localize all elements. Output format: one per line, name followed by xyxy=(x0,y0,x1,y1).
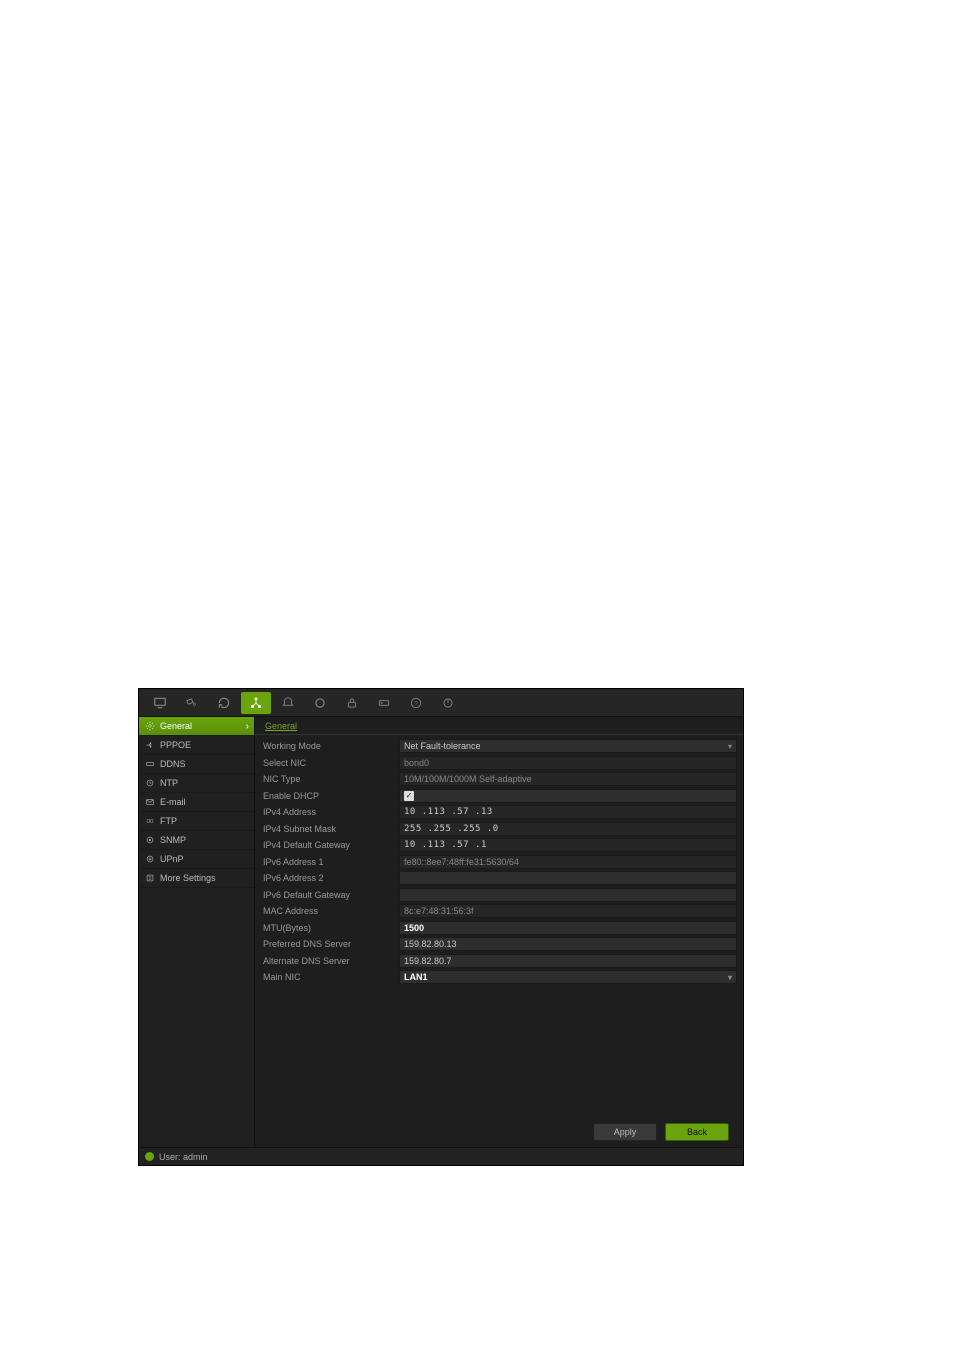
label-working-mode: Working Mode xyxy=(261,741,399,751)
sidebar-item-upnp[interactable]: UPnP xyxy=(139,850,254,869)
pppoe-icon xyxy=(145,740,155,750)
label-alt-dns: Alternate DNS Server xyxy=(261,956,399,966)
status-bar: User: admin xyxy=(139,1147,743,1165)
help-icon[interactable]: ? xyxy=(401,692,431,714)
value-nic-type: 10M/100M/1000M Self-adaptive xyxy=(399,772,737,786)
app-window: ? General PPPOE DDNS NTP xyxy=(138,688,744,1166)
input-mtu[interactable]: 1500 xyxy=(399,921,737,935)
record-icon[interactable] xyxy=(305,692,335,714)
ftp-icon xyxy=(145,816,155,826)
label-ipv4-address: IPv4 Address xyxy=(261,807,399,817)
row-enable-dhcp: Enable DHCP ✓ xyxy=(261,788,737,805)
input-alt-dns[interactable]: 159.82.80.7 xyxy=(399,954,737,968)
network-icon[interactable] xyxy=(241,692,271,714)
sidebar-item-ntp[interactable]: NTP xyxy=(139,774,254,793)
label-mac: MAC Address xyxy=(261,906,399,916)
row-nic-type: NIC Type 10M/100M/1000M Self-adaptive xyxy=(261,771,737,788)
sidebar-item-label: NTP xyxy=(160,778,178,788)
sidebar-item-general[interactable]: General xyxy=(139,717,254,736)
content-pane: General Working Mode Net Fault-tolerance… xyxy=(255,717,743,1147)
tab-general[interactable]: General xyxy=(261,719,301,734)
sidebar-item-email[interactable]: E-mail xyxy=(139,793,254,812)
refresh-icon[interactable] xyxy=(209,692,239,714)
row-ipv4-address: IPv4 Address 10 .113 .57 .13 xyxy=(261,804,737,821)
sidebar-item-label: E-mail xyxy=(160,797,186,807)
more-icon xyxy=(145,873,155,883)
value-ipv4-gateway: 10 .113 .57 .1 xyxy=(399,838,737,852)
row-ipv4-gateway: IPv4 Default Gateway 10 .113 .57 .1 xyxy=(261,837,737,854)
status-dot-icon xyxy=(145,1152,154,1161)
input-pref-dns[interactable]: 159.82.80.13 xyxy=(399,937,737,951)
label-ipv6-gateway: IPv6 Default Gateway xyxy=(261,890,399,900)
sidebar-item-label: PPPOE xyxy=(160,740,191,750)
ntp-icon xyxy=(145,778,155,788)
input-ipv6-addr2[interactable] xyxy=(399,871,737,885)
status-user: User: admin xyxy=(159,1152,208,1162)
sidebar: General PPPOE DDNS NTP E-mail FTP xyxy=(139,717,255,1147)
value-select-nic: bond0 xyxy=(399,756,737,770)
label-ipv4-gateway: IPv4 Default Gateway xyxy=(261,840,399,850)
power-icon[interactable] xyxy=(433,692,463,714)
sidebar-item-ftp[interactable]: FTP xyxy=(139,812,254,831)
sidebar-item-label: More Settings xyxy=(160,873,216,883)
row-mtu: MTU(Bytes) 1500 xyxy=(261,920,737,937)
label-select-nic: Select NIC xyxy=(261,758,399,768)
main-area: General PPPOE DDNS NTP E-mail FTP xyxy=(139,717,743,1147)
tab-row: General xyxy=(255,717,743,735)
select-working-mode[interactable]: Net Fault-tolerance xyxy=(399,739,737,753)
upnp-icon xyxy=(145,854,155,864)
sidebar-item-more-settings[interactable]: More Settings xyxy=(139,869,254,888)
alert-icon[interactable] xyxy=(273,692,303,714)
email-icon xyxy=(145,797,155,807)
value-mac: 8c:e7:48:31:56:3f xyxy=(399,904,737,918)
sidebar-item-label: UPnP xyxy=(160,854,184,864)
row-ipv6-gateway: IPv6 Default Gateway xyxy=(261,887,737,904)
value-ipv4-address: 10 .113 .57 .13 xyxy=(399,805,737,819)
label-main-nic: Main NIC xyxy=(261,972,399,982)
label-mtu: MTU(Bytes) xyxy=(261,923,399,933)
row-ipv4-mask: IPv4 Subnet Mask 255 .255 .255 .0 xyxy=(261,821,737,838)
camera-icon[interactable] xyxy=(177,692,207,714)
row-working-mode: Working Mode Net Fault-tolerance xyxy=(261,738,737,755)
snmp-icon xyxy=(145,835,155,845)
row-select-nic: Select NIC bond0 xyxy=(261,755,737,772)
sidebar-item-label: General xyxy=(160,721,192,731)
label-nic-type: NIC Type xyxy=(261,774,399,784)
sidebar-item-snmp[interactable]: SNMP xyxy=(139,831,254,850)
footer-buttons: Apply Back xyxy=(255,1117,743,1147)
settings-form: Working Mode Net Fault-tolerance Select … xyxy=(255,735,743,1117)
value-ipv6-addr1: fe80::8ee7:48ff:fe31:5630/64 xyxy=(399,855,737,869)
label-pref-dns: Preferred DNS Server xyxy=(261,939,399,949)
ddns-icon xyxy=(145,759,155,769)
sidebar-item-label: DDNS xyxy=(160,759,186,769)
row-pref-dns: Preferred DNS Server 159.82.80.13 xyxy=(261,936,737,953)
sidebar-item-pppoe[interactable]: PPPOE xyxy=(139,736,254,755)
sidebar-item-label: FTP xyxy=(160,816,177,826)
row-alt-dns: Alternate DNS Server 159.82.80.7 xyxy=(261,953,737,970)
back-button[interactable]: Back xyxy=(665,1123,729,1141)
sidebar-item-ddns[interactable]: DDNS xyxy=(139,755,254,774)
input-ipv6-gateway[interactable] xyxy=(399,888,737,902)
select-main-nic[interactable]: LAN1 xyxy=(399,970,737,984)
apply-button[interactable]: Apply xyxy=(593,1123,657,1141)
row-main-nic: Main NIC LAN1 xyxy=(261,969,737,986)
gear-icon xyxy=(145,721,155,731)
top-toolbar: ? xyxy=(139,689,743,717)
row-mac: MAC Address 8c:e7:48:31:56:3f xyxy=(261,903,737,920)
monitor-icon[interactable] xyxy=(145,692,175,714)
row-ipv6-addr2: IPv6 Address 2 xyxy=(261,870,737,887)
checkbox-enable-dhcp[interactable]: ✓ xyxy=(399,789,737,803)
label-ipv4-mask: IPv4 Subnet Mask xyxy=(261,824,399,834)
label-enable-dhcp: Enable DHCP xyxy=(261,791,399,801)
lock-icon[interactable] xyxy=(337,692,367,714)
check-icon: ✓ xyxy=(404,791,414,801)
hdd-icon[interactable] xyxy=(369,692,399,714)
sidebar-item-label: SNMP xyxy=(160,835,186,845)
value-ipv4-mask: 255 .255 .255 .0 xyxy=(399,822,737,836)
row-ipv6-addr1: IPv6 Address 1 fe80::8ee7:48ff:fe31:5630… xyxy=(261,854,737,871)
label-ipv6-addr1: IPv6 Address 1 xyxy=(261,857,399,867)
label-ipv6-addr2: IPv6 Address 2 xyxy=(261,873,399,883)
svg-text:?: ? xyxy=(414,701,418,707)
